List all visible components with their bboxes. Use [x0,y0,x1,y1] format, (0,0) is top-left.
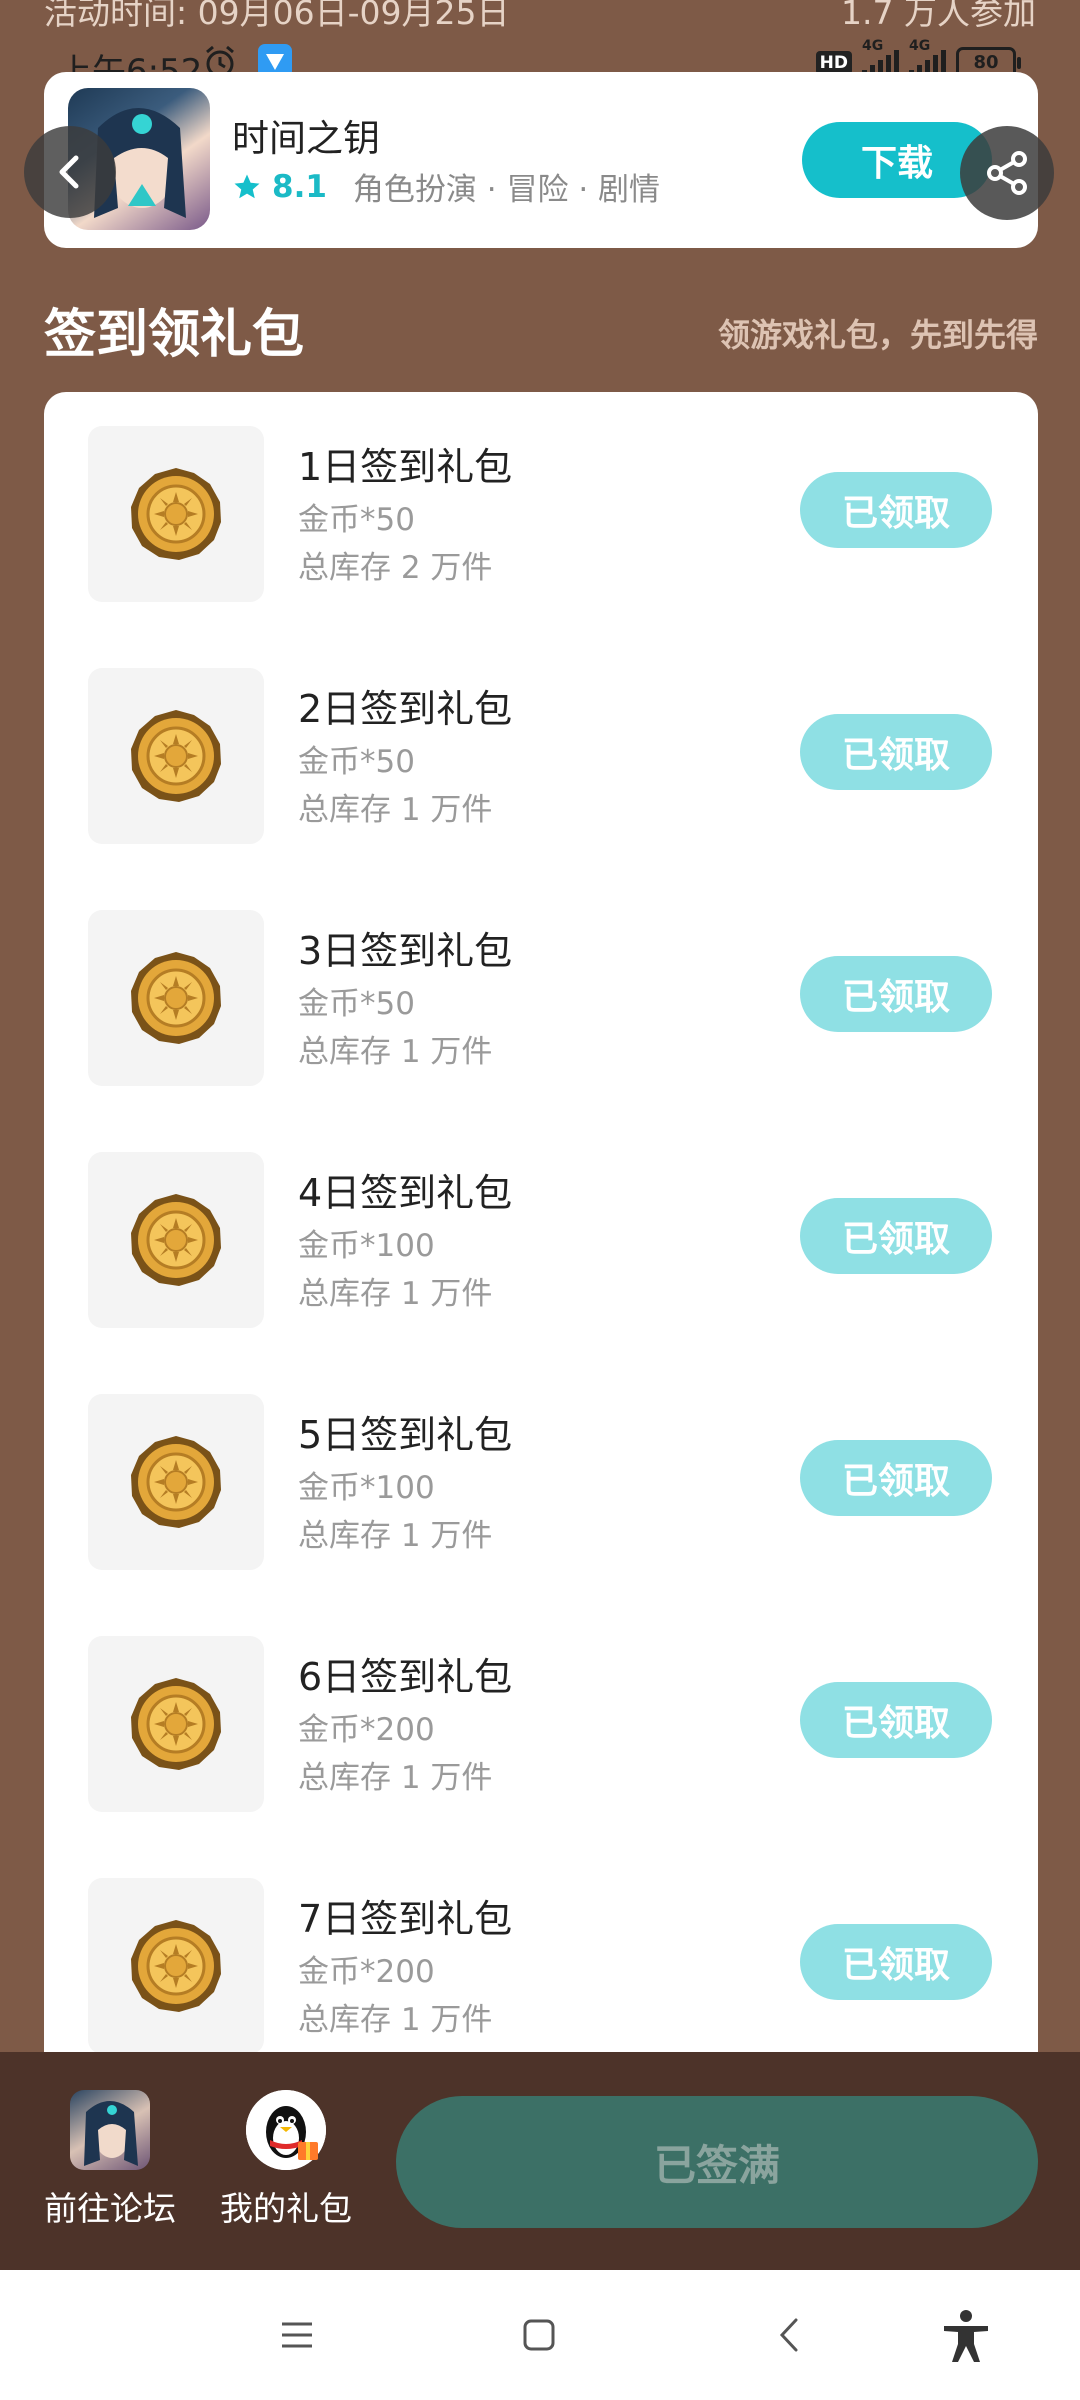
gift-thumbnail [88,910,264,1086]
back-button[interactable] [24,126,116,218]
activity-time: 活动时间: 09月06日-09月25日 [44,0,510,32]
gift-stock: 总库存 1 万件 [298,1518,493,1554]
gift-name: 3日签到礼包 [298,929,513,973]
game-rating-row: 8.1 角色扮演 · 冒险 · 剧情 [232,164,660,209]
gift-name: 4日签到礼包 [298,1171,513,1215]
gift-reward: 金币*50 [298,502,415,538]
star-icon [234,174,260,198]
gift-reward: 金币*100 [298,1228,435,1264]
gift-reward: 金币*50 [298,986,415,1022]
forum-label: 前往论坛 [44,2189,176,2228]
share-icon [987,151,1027,195]
gift-name: 6日签到礼包 [298,1655,513,1699]
nav-home-button[interactable] [522,2318,556,2356]
checkin-full-button[interactable]: 已签满 [396,2096,1038,2228]
gift-stock: 总库存 1 万件 [298,1760,493,1796]
gold-coin-icon [131,1920,221,2012]
gift-row-day-7: 7日签到礼包 金币*200 总库存 1 万件 已领取 [44,1844,1038,2054]
gift-stock: 总库存 1 万件 [298,1276,493,1312]
forum-avatar [70,2090,150,2170]
home-square-icon [523,2319,555,2351]
gift-thumbnail [88,1636,264,1812]
chevron-left-icon [59,155,79,189]
my-gifts-label: 我的礼包 [220,2189,352,2228]
gift-name: 5日签到礼包 [298,1413,513,1457]
network-type-1: 4G [862,38,884,54]
gift-thumbnail [88,1878,264,2054]
gift-reward: 金币*100 [298,1470,435,1506]
gift-thumbnail [88,1394,264,1570]
gift-name: 2日签到礼包 [298,687,513,731]
qq-penguin-icon [246,2090,326,2170]
section-title: 签到领礼包 [44,305,305,365]
gift-row-day-1: 1日签到礼包 金币*50 总库存 2 万件 已领取 [44,392,1038,602]
claimed-button[interactable]: 已领取 [800,1924,992,2000]
gift-stock: 总库存 1 万件 [298,2002,493,2038]
gold-coin-icon [131,468,221,560]
forum-entry[interactable]: 前往论坛 [40,2090,180,2230]
claimed-button[interactable]: 已领取 [800,1440,992,1516]
gold-coin-icon [131,1194,221,1286]
back-arrow-icon [779,2318,798,2352]
accessibility-icon [944,2310,988,2362]
gift-row-day-5: 5日签到礼包 金币*100 总库存 1 万件 已领取 [44,1360,1038,1570]
network-type-2: 4G [909,38,931,54]
gold-coin-icon [131,952,221,1044]
claimed-button[interactable]: 已领取 [800,1198,992,1274]
rating-value: 8.1 [272,168,327,205]
gift-stock: 总库存 1 万件 [298,1034,493,1070]
gift-thumbnail [88,426,264,602]
accessibility-button[interactable] [938,2308,994,2368]
gift-name: 7日签到礼包 [298,1897,513,1941]
gift-stock: 总库存 2 万件 [298,550,493,586]
gift-reward: 金币*200 [298,1954,435,1990]
gift-row-day-4: 4日签到礼包 金币*100 总库存 1 万件 已领取 [44,1118,1038,1328]
gold-coin-icon [131,1436,221,1528]
gift-thumbnail [88,668,264,844]
gift-row-day-6: 6日签到礼包 金币*200 总库存 1 万件 已领取 [44,1602,1038,1812]
gold-coin-icon [131,710,221,802]
my-gifts-entry[interactable]: 我的礼包 [216,2090,356,2230]
game-title: 时间之钥 [232,117,380,160]
nav-back-button[interactable] [774,2316,804,2358]
participant-count: 1.7 万人参加 [841,0,1036,32]
claimed-button[interactable]: 已领取 [800,472,992,548]
game-tags: 角色扮演 · 冒险 · 剧情 [352,172,661,208]
gift-thumbnail [88,1152,264,1328]
gift-stock: 总库存 1 万件 [298,792,493,828]
section-subtitle: 领游戏礼包，先到先得 [717,316,1038,354]
gift-row-day-3: 3日签到礼包 金币*50 总库存 1 万件 已领取 [44,876,1038,1086]
menu-icon [282,2322,312,2348]
nav-menu-button[interactable] [280,2318,314,2356]
gift-reward: 金币*200 [298,1712,435,1748]
gift-list: 1日签到礼包 金币*50 总库存 2 万件 已领取 2日签到礼包 金币*50 总… [44,392,1038,2112]
claimed-button[interactable]: 已领取 [800,956,992,1032]
gold-coin-icon [131,1678,221,1770]
claimed-button[interactable]: 已领取 [800,714,992,790]
gift-reward: 金币*50 [298,744,415,780]
claimed-button[interactable]: 已领取 [800,1682,992,1758]
share-button[interactable] [960,126,1054,220]
gift-row-day-2: 2日签到礼包 金币*50 总库存 1 万件 已领取 [44,634,1038,844]
gift-name: 1日签到礼包 [298,445,513,489]
